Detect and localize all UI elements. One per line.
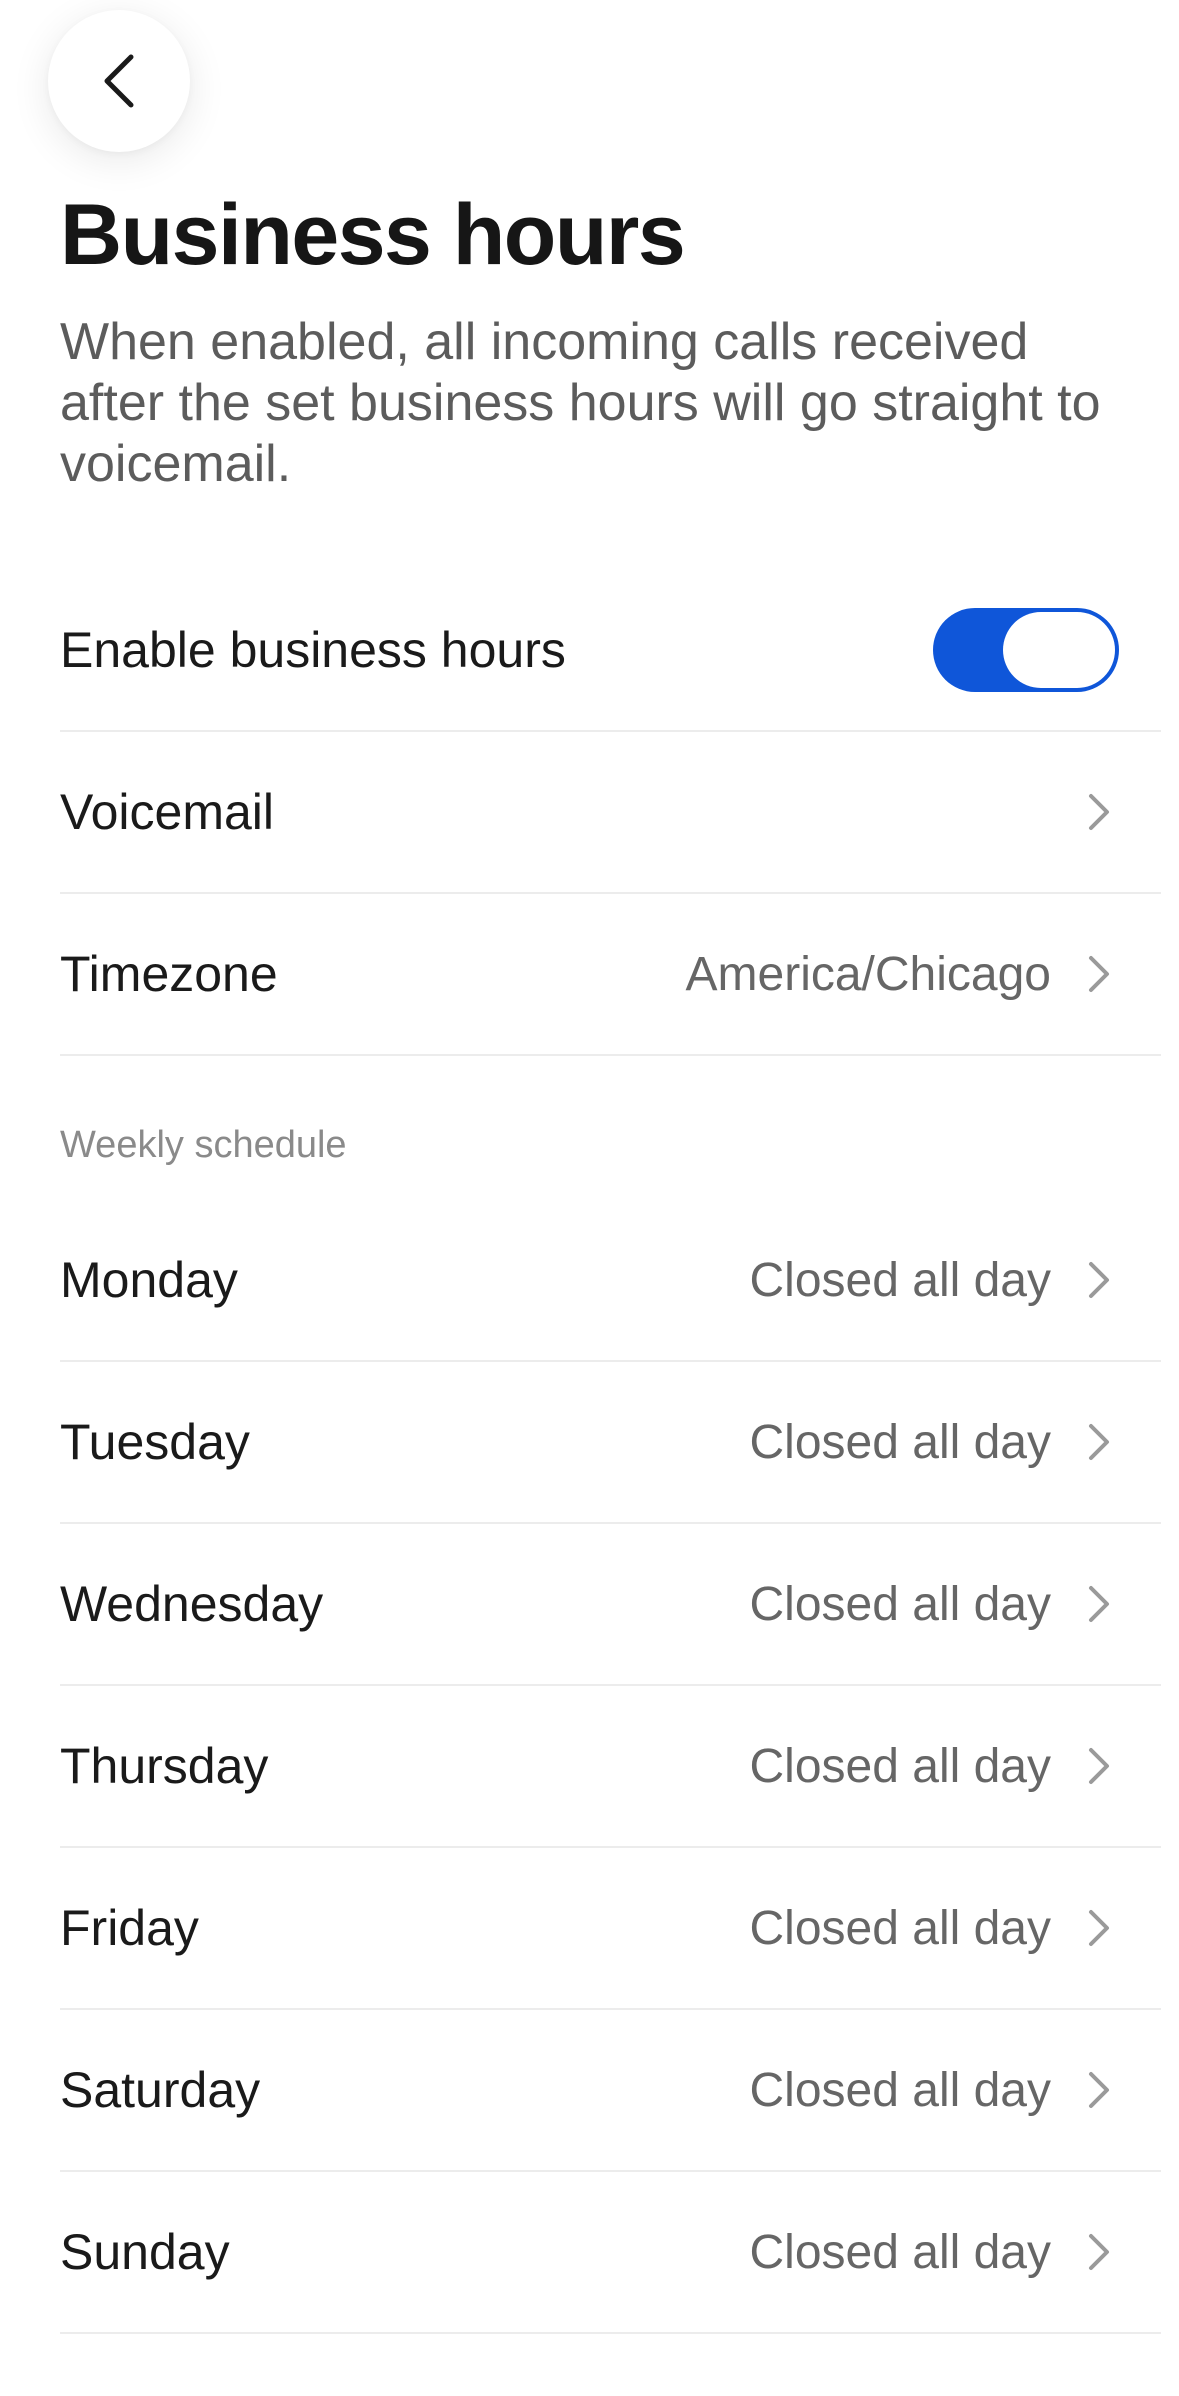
chevron-right-icon [1079, 954, 1119, 994]
chevron-right-icon [1079, 2070, 1119, 2110]
day-row-sunday[interactable]: Sunday Closed all day [60, 2172, 1161, 2334]
day-hours-value: Closed all day [749, 2063, 1052, 2117]
day-hours-value: Closed all day [749, 1739, 1052, 1793]
day-hours-value: Closed all day [749, 1253, 1052, 1307]
chevron-right-icon [1079, 2232, 1119, 2272]
chevron-right-icon [1079, 1584, 1119, 1624]
day-row-wednesday[interactable]: Wednesday Closed all day [60, 1524, 1161, 1686]
chevron-right-icon [1079, 1422, 1119, 1462]
day-hours-value: Closed all day [749, 2225, 1052, 2279]
day-label: Tuesday [60, 1414, 250, 1470]
page-description: When enabled, all incoming calls receive… [60, 313, 1101, 493]
enable-business-hours-label: Enable business hours [60, 622, 566, 678]
chevron-right-icon [1079, 792, 1119, 832]
timezone-value: America/Chicago [685, 947, 1051, 1001]
chevron-right-icon [1079, 1908, 1119, 1948]
day-label: Thursday [60, 1738, 269, 1794]
back-button[interactable] [48, 10, 190, 152]
day-label: Sunday [60, 2224, 230, 2280]
day-row-monday[interactable]: Monday Closed all day [60, 1200, 1161, 1362]
timezone-label: Timezone [60, 946, 278, 1002]
page-title: Business hours [60, 187, 686, 283]
chevron-right-icon [1079, 1260, 1119, 1300]
toggle-knob [1003, 612, 1115, 688]
day-row-tuesday[interactable]: Tuesday Closed all day [60, 1362, 1161, 1524]
day-label: Wednesday [60, 1576, 324, 1632]
voicemail-label: Voicemail [60, 784, 274, 840]
chevron-right-icon [1079, 1746, 1119, 1786]
day-label: Friday [60, 1900, 199, 1956]
timezone-row[interactable]: Timezone America/Chicago [60, 894, 1161, 1056]
day-label: Saturday [60, 2062, 261, 2118]
day-hours-value: Closed all day [749, 1901, 1052, 1955]
day-row-thursday[interactable]: Thursday Closed all day [60, 1686, 1161, 1848]
enable-business-hours-toggle[interactable] [933, 608, 1119, 692]
day-row-friday[interactable]: Friday Closed all day [60, 1848, 1161, 2010]
chevron-left-icon [104, 54, 134, 108]
voicemail-row[interactable]: Voicemail [60, 732, 1161, 894]
day-row-saturday[interactable]: Saturday Closed all day [60, 2010, 1161, 2172]
weekly-schedule-header: Weekly schedule [60, 1124, 347, 1166]
day-label: Monday [60, 1252, 238, 1308]
day-hours-value: Closed all day [749, 1577, 1052, 1631]
enable-business-hours-row[interactable]: Enable business hours [60, 570, 1161, 732]
day-hours-value: Closed all day [749, 1415, 1052, 1469]
